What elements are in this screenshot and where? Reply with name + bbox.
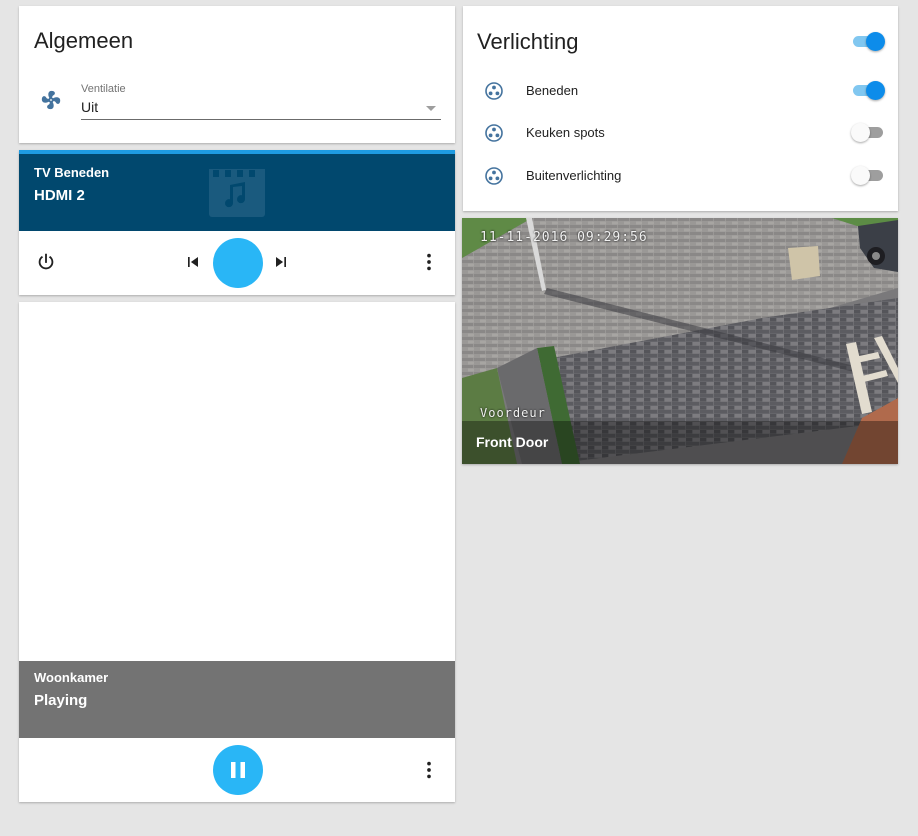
light-label: Keuken spots — [526, 125, 605, 140]
camera-caption: Front Door — [462, 421, 898, 464]
light-row-keuken-spots: Keuken spots — [463, 112, 898, 152]
media-player-source: HDMI 2 — [34, 187, 85, 204]
more-options-button[interactable] — [417, 250, 441, 274]
skip-next-icon — [276, 257, 286, 267]
music-video-icon — [209, 169, 265, 217]
algemeen-title: Algemeen — [34, 28, 134, 53]
light-label: Buitenverlichting — [526, 168, 622, 183]
ventilatie-select[interactable]: Uit — [81, 98, 441, 120]
light-bulb-group-icon — [484, 81, 504, 101]
verlichting-title: Verlichting — [477, 29, 579, 54]
power-button[interactable] — [34, 250, 58, 274]
light-bulb-group-icon — [484, 166, 504, 186]
camera-title: Front Door — [476, 434, 549, 450]
light-row-buitenverlichting: Buitenverlichting — [463, 155, 898, 195]
ventilatie-value: Uit — [81, 99, 99, 115]
toggle-thumb — [851, 123, 870, 142]
more-vertical-icon — [427, 253, 431, 271]
light-toggle-buitenverlichting[interactable] — [851, 165, 885, 185]
light-toggle-beneden[interactable] — [851, 80, 885, 100]
verlichting-group-toggle[interactable] — [851, 31, 885, 51]
toggle-thumb — [851, 166, 870, 185]
light-row-beneden: Beneden — [463, 70, 898, 110]
toggle-thumb — [866, 81, 885, 100]
verlichting-card: Verlichting Beneden Keuken spots Buitenv… — [463, 6, 898, 211]
previous-track-button[interactable] — [181, 251, 205, 273]
tv-beneden-header: TV Beneden HDMI 2 — [19, 150, 455, 231]
camera-card[interactable]: 11-11-2016 09:29:56 Voordeur Front Door — [462, 218, 898, 464]
media-player-name: Woonkamer — [34, 670, 109, 685]
skip-previous-icon — [188, 257, 198, 267]
play-button[interactable] — [213, 238, 263, 288]
toggle-thumb — [866, 32, 885, 51]
fan-icon — [40, 89, 62, 111]
camera-osd-name: Voordeur — [480, 406, 546, 420]
media-player-name: TV Beneden — [34, 165, 110, 180]
more-options-button[interactable] — [417, 758, 441, 782]
media-player-state: Playing — [34, 692, 88, 709]
next-track-button[interactable] — [269, 251, 293, 273]
chevron-down-icon — [426, 106, 436, 111]
ventilatie-label: Ventilatie — [81, 83, 126, 95]
power-icon — [38, 253, 54, 270]
woonkamer-header: Woonkamer Playing — [19, 661, 455, 738]
light-bulb-group-icon — [484, 123, 504, 143]
camera-timestamp: 11-11-2016 09:29:56 — [480, 230, 648, 245]
woonkamer-media-card: Woonkamer Playing — [19, 302, 455, 802]
pause-icon — [231, 762, 245, 778]
light-toggle-keuken-spots[interactable] — [851, 122, 885, 142]
pause-button[interactable] — [213, 745, 263, 795]
more-vertical-icon — [427, 761, 431, 779]
light-label: Beneden — [526, 83, 579, 98]
algemeen-card: Algemeen Ventilatie Uit — [19, 6, 455, 143]
tv-beneden-media-card: TV Beneden HDMI 2 — [19, 150, 455, 295]
